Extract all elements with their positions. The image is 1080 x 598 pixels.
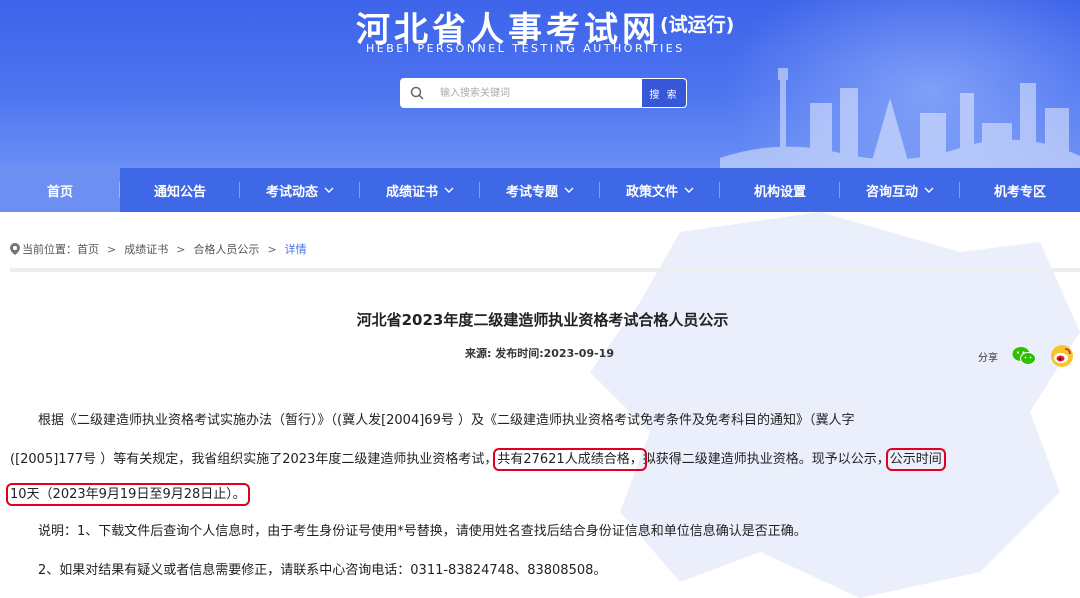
chevron-down-icon	[924, 187, 934, 193]
nav-label: 机考专区	[993, 184, 1046, 200]
nav-label: 考试动态	[265, 184, 318, 200]
highlight-publicity-dates: 10天（2023年9月19日至9月28日止）。	[6, 483, 250, 506]
nav-item-computer-exam[interactable]: 机考专区	[960, 168, 1080, 212]
nav-label: 政策文件	[625, 184, 678, 200]
chevron-down-icon	[444, 187, 454, 193]
breadcrumb-separator: >	[107, 242, 117, 256]
nav-label: 机构设置	[753, 184, 806, 200]
chevron-down-icon	[564, 187, 574, 193]
breadcrumb-prefix: 当前位置：	[22, 243, 77, 256]
breadcrumb: 当前位置： 首页 > 成绩证书 > 合格人员公示 > 详情	[10, 241, 307, 257]
nav-item-policy-docs[interactable]: 政策文件	[600, 168, 720, 212]
share-bar: 分享	[978, 345, 1074, 367]
nav-label: 通知公告	[153, 184, 206, 200]
chevron-down-icon	[324, 187, 334, 193]
article-meta: 来源: 发布时间:2023-09-19	[465, 347, 614, 360]
paragraph-line-3: 10天（2023年9月19日至9月28日止）。	[6, 483, 250, 506]
paragraph-text: ([2005]177号 ）等有关规定，我省组织实施了2023年度二级建造师执业资…	[10, 452, 498, 467]
nav-item-organization[interactable]: 机构设置	[720, 168, 840, 212]
search-input[interactable]	[434, 78, 641, 108]
breadcrumb-divider	[10, 268, 1080, 272]
highlight-publicity-period-label: 公示时间	[885, 448, 946, 471]
nav-item-exam-news[interactable]: 考试动态	[240, 168, 360, 212]
header-banner: 河北省人事考试网 (试运行) HEBEI PERSONNEL TESTING A…	[0, 0, 1080, 168]
weibo-icon[interactable]	[1050, 345, 1074, 367]
chevron-down-icon	[684, 187, 694, 193]
breadcrumb-separator: >	[267, 242, 277, 256]
breadcrumb-home[interactable]: 首页	[77, 241, 99, 257]
search-button[interactable]: 搜 索	[641, 78, 687, 108]
paragraph-text: 拟获得二级建造师执业资格。现予以公示，	[642, 452, 890, 467]
nav-label: 成绩证书	[385, 184, 438, 200]
nav-item-exam-topics[interactable]: 考试专题	[480, 168, 600, 212]
nav-label: 考试专题	[505, 184, 558, 200]
paragraph-line-2: ([2005]177号 ）等有关规定，我省组织实施了2023年度二级建造师执业资…	[10, 448, 946, 471]
nav-item-home[interactable]: 首页	[0, 168, 120, 212]
nav-item-scores-certificates[interactable]: 成绩证书	[360, 168, 480, 212]
breadcrumb-separator: >	[176, 242, 186, 256]
location-pin-icon	[10, 243, 20, 255]
breadcrumb-current: 详情	[284, 243, 307, 256]
note-1: 说明：1、下载文件后查询个人信息时，由于考生身份证号使用*号替换，请使用姓名查找…	[38, 524, 807, 539]
article-title: 河北省2023年度二级建造师执业资格考试合格人员公示	[356, 311, 729, 329]
paragraph-line-1: 根据《二级建造师执业资格考试实施办法（暂行）》（(冀人发[2004]69号 ）及…	[38, 413, 855, 428]
nav-item-notices[interactable]: 通知公告	[120, 168, 240, 212]
nav-label: 首页	[46, 184, 73, 200]
site-subtitle-en: HEBEI PERSONNEL TESTING AUTHORITIES	[366, 42, 685, 55]
share-label: 分享	[978, 352, 998, 364]
note-2: 2、如果对结果有疑义或者信息需要修正，请联系中心咨询电话：0311-838247…	[38, 563, 607, 578]
breadcrumb-scores-certificates[interactable]: 成绩证书	[124, 241, 168, 257]
site-tag: (试运行)	[660, 14, 735, 36]
nav-label: 咨询互动	[865, 184, 918, 200]
search-icon	[400, 78, 434, 108]
main-nav: 首页 通知公告 考试动态 成绩证书 考试专题 政策文件 机构设置 咨询互动 机考…	[0, 168, 1080, 212]
breadcrumb-qualified-list[interactable]: 合格人员公示	[193, 241, 259, 257]
search-box: 搜 索	[400, 78, 687, 108]
nav-item-consultation[interactable]: 咨询互动	[840, 168, 960, 212]
skyline-illustration	[720, 68, 1080, 168]
highlight-qualified-count: 共有27621人成绩合格，	[493, 448, 647, 471]
wechat-icon[interactable]	[1012, 345, 1036, 367]
